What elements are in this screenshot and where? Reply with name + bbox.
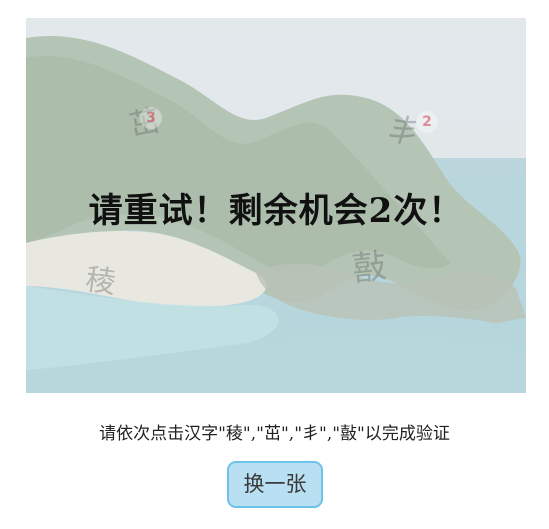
captcha-glyph[interactable]: 稜 <box>83 254 119 302</box>
captcha-instruction: 请依次点击汉字"稜","茁","丯","敼"以完成验证 <box>99 424 450 444</box>
click-order-marker: 2 <box>416 111 438 133</box>
captcha-glyph[interactable]: 敼 <box>350 238 389 290</box>
click-captcha: 稜 茁 丯 敼 3 2 请重试！剩余机会2次！ 请依次点击汉字"稜","茁","… <box>0 0 549 529</box>
click-order-marker: 3 <box>140 107 162 129</box>
refresh-image-button[interactable]: 换一张 <box>227 461 323 508</box>
retry-message: 请重试！剩余机会2次！ <box>88 191 464 231</box>
captcha-image[interactable]: 稜 茁 丯 敼 3 2 请重试！剩余机会2次！ <box>26 18 526 393</box>
